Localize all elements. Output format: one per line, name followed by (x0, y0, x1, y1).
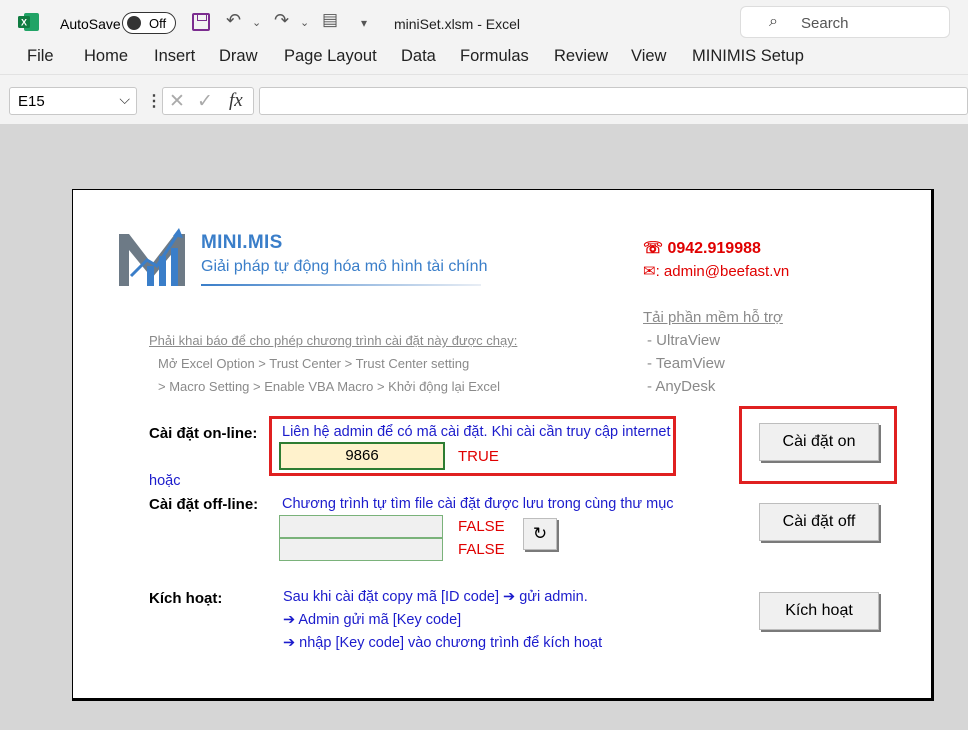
offline-file-cell-1[interactable] (279, 515, 443, 538)
toggle-knob (127, 16, 141, 30)
offline-install-label: Cài đặt off-line: (149, 496, 259, 513)
tab-view[interactable]: View (631, 47, 666, 66)
minimis-logo-icon (119, 228, 185, 286)
tab-file[interactable]: File (27, 47, 54, 66)
insert-function-icon[interactable]: fx (229, 90, 243, 112)
search-box[interactable]: ⌕ Search (740, 6, 950, 38)
redo-dropdown-icon[interactable]: ⌄ (300, 16, 309, 29)
document-title: miniSet.xlsm - Excel (394, 16, 521, 32)
online-install-label: Cài đặt on-line: (149, 425, 258, 442)
activate-button[interactable]: Kích hoạt (759, 592, 879, 630)
save-icon[interactable] (192, 13, 210, 31)
software-teamview[interactable]: - TeamView (647, 355, 725, 372)
email-contact: ✉: admin@beefast.vn (643, 262, 789, 280)
brand-name: MINI.MIS (201, 232, 283, 253)
enter-icon[interactable]: ✓ (197, 90, 213, 113)
activate-step-2: ➔ Admin gửi mã [Key code] (283, 612, 462, 628)
undo-icon[interactable]: ↶ (226, 10, 241, 31)
online-install-desc: Liên hệ admin để có mã cài đặt. Khi cài … (282, 424, 671, 440)
autosave-label: AutoSave (60, 16, 121, 32)
activate-step-3: ➔ nhập [Key code] vào chương trình để kí… (283, 635, 603, 651)
tab-formulas[interactable]: Formulas (460, 47, 529, 66)
brand-tagline: Giải pháp tự động hóa mô hình tài chính (201, 258, 488, 275)
online-status: TRUE (458, 448, 499, 465)
install-offline-button[interactable]: Cài đặt off (759, 503, 879, 541)
phone-number: 0942.919988 (667, 240, 761, 257)
phone-icon: ☏ (643, 240, 668, 257)
install-online-button[interactable]: Cài đặt on (759, 423, 879, 461)
formula-bar: E15 ⌵ ⋮ ✕ ✓ fx (0, 74, 968, 124)
setup-panel: MINI.MIS Giải pháp tự động hóa mô hình t… (72, 189, 934, 701)
software-ultraview[interactable]: - UltraView (647, 332, 720, 349)
tab-home[interactable]: Home (84, 47, 128, 66)
formula-input[interactable] (259, 87, 968, 115)
activate-step-1: Sau khi cài đặt copy mã [ID code] ➔ gửi … (283, 589, 588, 605)
tab-page-layout[interactable]: Page Layout (284, 47, 377, 66)
macro-note-heading: Phải khai báo để cho phép chương trình c… (149, 333, 518, 348)
offline-status-2: FALSE (458, 541, 505, 558)
activate-label: Kích hoạt: (149, 590, 223, 607)
refresh-icon: ↻ (532, 524, 548, 543)
tab-review[interactable]: Review (554, 47, 608, 66)
name-box[interactable]: E15 ⌵ (9, 87, 137, 115)
macro-note-step-1: Mở Excel Option > Trust Center > Trust C… (158, 356, 470, 371)
chevron-down-icon[interactable]: ⌵ (119, 91, 130, 108)
software-anydesk[interactable]: - AnyDesk (647, 378, 715, 395)
tab-insert[interactable]: Insert (154, 47, 195, 66)
tagline-divider (201, 284, 481, 286)
svg-text:X: X (21, 18, 27, 28)
tab-draw[interactable]: Draw (219, 47, 258, 66)
support-software-heading[interactable]: Tải phần mềm hỗ trợ (643, 309, 783, 326)
cancel-icon[interactable]: ✕ (169, 90, 185, 113)
autosave-state: Off (149, 16, 167, 31)
macro-note-step-2: > Macro Setting > Enable VBA Macro > Khở… (158, 379, 501, 394)
or-text: hoặc (149, 473, 181, 489)
customize-qat-icon[interactable]: ▾ (361, 16, 367, 30)
email-address: : admin@beefast.vn (655, 263, 790, 280)
install-code-cell[interactable]: 9866 (279, 442, 445, 470)
title-bar: X AutoSave Off ↶ ⌄ ↷ ⌄ ▤ ▾ miniSet.xlsm … (0, 0, 968, 42)
cell-reference: E15 (18, 93, 45, 110)
form-icon[interactable]: ▤ (322, 10, 338, 30)
search-placeholder: Search (801, 15, 849, 32)
email-icon: ✉ (643, 263, 656, 280)
excel-logo-icon: X (18, 13, 39, 31)
redo-icon[interactable]: ↷ (274, 10, 289, 31)
formula-actions: ✕ ✓ fx (162, 87, 254, 115)
refresh-button[interactable]: ↻ (523, 518, 557, 550)
more-icon[interactable]: ⋮ (146, 91, 162, 111)
search-icon: ⌕ (769, 13, 778, 30)
tab-data[interactable]: Data (401, 47, 436, 66)
tab-minimis-setup[interactable]: MINIMIS Setup (692, 47, 804, 66)
undo-dropdown-icon[interactable]: ⌄ (252, 16, 261, 29)
offline-install-desc: Chương trình tự tìm file cài đặt được lư… (282, 496, 674, 512)
offline-status-1: FALSE (458, 518, 505, 535)
phone-contact: ☏ 0942.919988 (643, 238, 761, 258)
ribbon-tabs: File Home Insert Draw Page Layout Data F… (0, 42, 968, 74)
autosave-toggle[interactable]: Off (122, 12, 176, 34)
offline-file-cell-2[interactable] (279, 538, 443, 561)
